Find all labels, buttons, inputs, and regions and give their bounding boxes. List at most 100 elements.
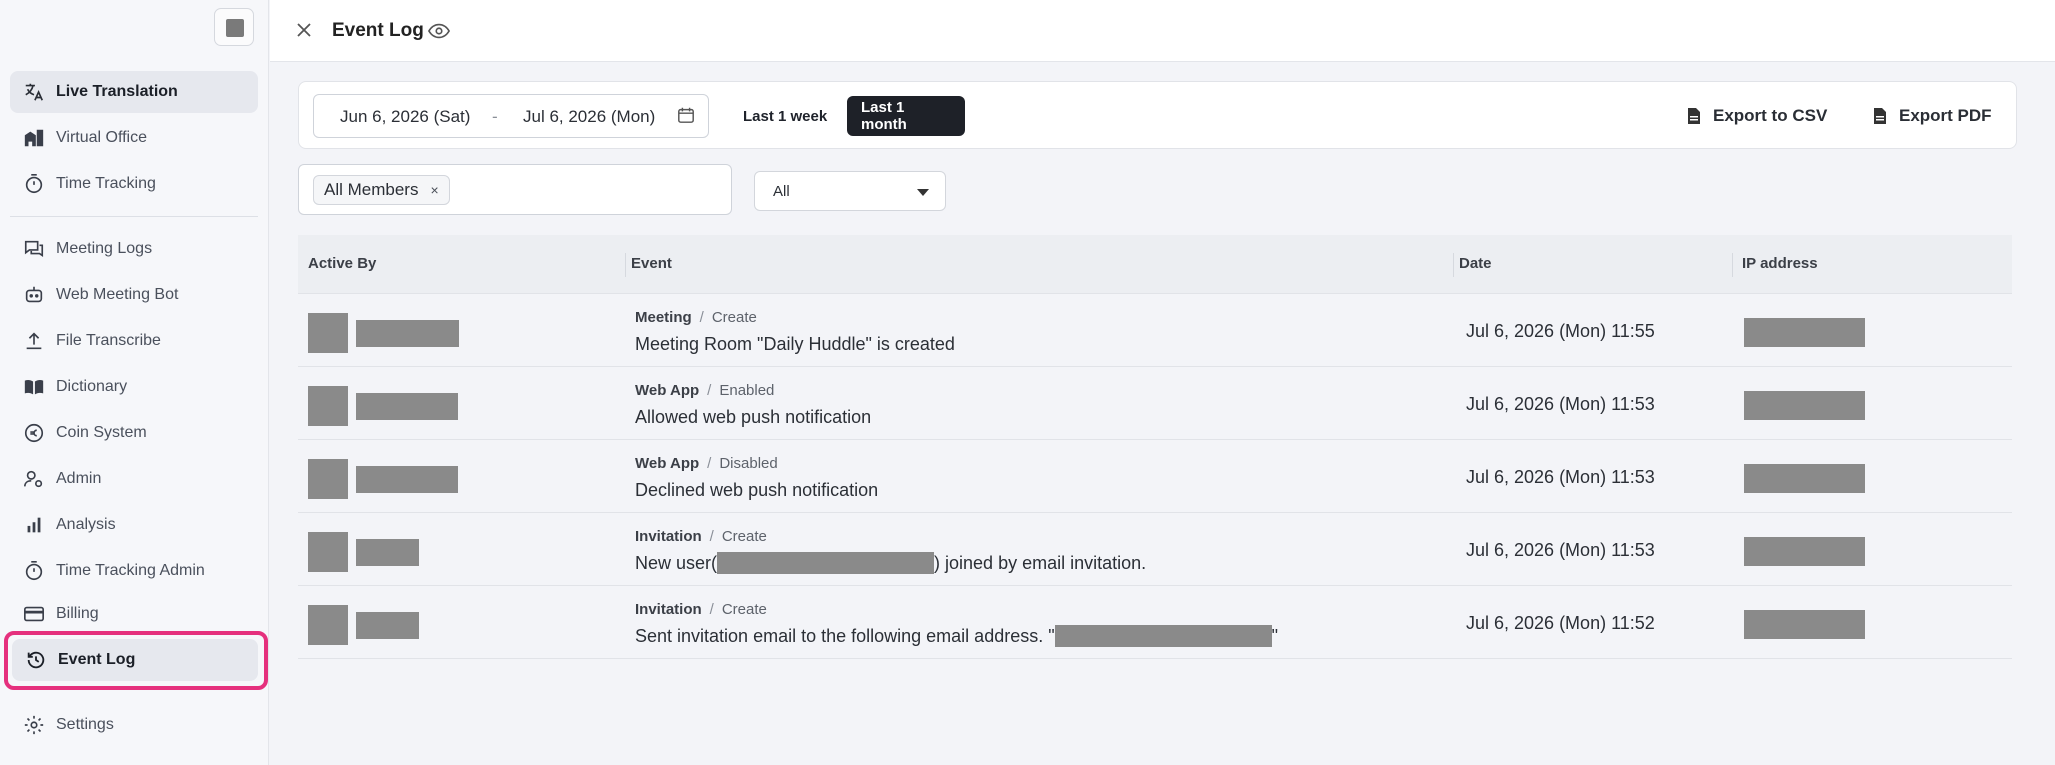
chip-remove-icon[interactable]: × xyxy=(430,182,438,198)
member-filter-input[interactable]: All Members × xyxy=(298,164,732,215)
close-icon[interactable] xyxy=(294,20,314,40)
date-from[interactable]: Jun 6, 2026 (Sat) xyxy=(340,107,470,127)
event-type: Invitation xyxy=(635,601,702,618)
member-chip-label: All Members xyxy=(324,180,419,199)
sidebar-item-time-tracking-admin[interactable]: Time Tracking Admin xyxy=(10,550,258,592)
redacted-user-name xyxy=(356,320,459,347)
avatar xyxy=(308,313,348,353)
sidebar-item-billing[interactable]: Billing xyxy=(10,593,258,635)
date-range-picker[interactable]: Jun 6, 2026 (Sat) - Jul 6, 2026 (Mon) xyxy=(313,94,709,138)
member-chip: All Members × xyxy=(313,175,450,205)
sidebar-item-time-tracking[interactable]: Time Tracking xyxy=(10,163,258,205)
export-pdf-label: Export PDF xyxy=(1899,106,1992,125)
redacted-user-name xyxy=(356,539,419,566)
event-action: Enabled xyxy=(719,382,775,399)
eye-icon[interactable] xyxy=(427,21,451,41)
sidebar-collapse-button[interactable] xyxy=(214,8,254,46)
event-type: Web App xyxy=(635,382,700,399)
sidebar-toggle-icon xyxy=(226,19,244,37)
category-select[interactable]: All xyxy=(754,171,946,211)
event-action: Create xyxy=(721,528,767,545)
category-select-value: All xyxy=(773,183,790,200)
sidebar-item-live-translation[interactable]: Live Translation xyxy=(10,71,258,113)
sidebar-item-analysis[interactable]: Analysis xyxy=(10,504,258,546)
robot-icon xyxy=(22,283,46,307)
event-category: Invitation / Create xyxy=(635,601,767,618)
sidebar-item-label: Admin xyxy=(56,470,102,487)
history-icon xyxy=(24,648,48,672)
office-icon xyxy=(22,126,46,150)
export-pdf-button[interactable]: Export PDF xyxy=(1873,102,1992,130)
sidebar-item-file-transcribe[interactable]: File Transcribe xyxy=(10,320,258,362)
table-row[interactable]: Meeting / Create Meeting Room "Daily Huddl… xyxy=(298,294,2012,367)
table-row[interactable]: Invitation / Create New user( ) joined by e… xyxy=(298,513,2012,586)
sidebar-item-label: Billing xyxy=(56,605,99,622)
event-category: Invitation / Create xyxy=(635,528,767,545)
sidebar-item-label: File Transcribe xyxy=(56,332,161,349)
sidebar-item-web-meeting-bot[interactable]: Web Meeting Bot xyxy=(10,274,258,316)
coin-icon xyxy=(22,421,46,445)
event-type: Web App xyxy=(635,455,700,472)
redacted-user-name xyxy=(356,466,458,493)
page-header: Event Log xyxy=(270,0,2055,62)
event-type: Invitation xyxy=(635,528,702,545)
date-separator: - xyxy=(492,107,498,126)
table-row[interactable]: Invitation / Create Sent invitation email … xyxy=(298,586,2012,659)
event-description: Declined web push notification xyxy=(635,480,879,500)
sidebar-item-coin-system[interactable]: Coin System xyxy=(10,412,258,454)
event-type: Meeting xyxy=(635,309,692,326)
user-gear-icon xyxy=(22,467,46,491)
sidebar-item-virtual-office[interactable]: Virtual Office xyxy=(10,117,258,159)
avatar xyxy=(308,605,348,645)
event-category: Meeting / Create xyxy=(635,309,757,326)
sidebar-item-label: Time Tracking xyxy=(56,175,156,192)
redacted-ip-address xyxy=(1744,391,1865,420)
event-description: Allowed web push notification xyxy=(635,407,872,427)
redacted-ip-address xyxy=(1744,610,1865,639)
upload-icon xyxy=(22,329,46,353)
column-header-active-by[interactable]: Active By xyxy=(308,255,376,272)
event-date: Jul 6, 2026 (Mon) 11:53 xyxy=(1466,394,1655,414)
event-date: Jul 6, 2026 (Mon) 11:53 xyxy=(1466,540,1655,560)
stopwatch-icon xyxy=(22,559,46,583)
sidebar-item-settings[interactable]: Settings xyxy=(10,704,258,746)
sidebar-item-event-log[interactable]: Event Log xyxy=(12,639,258,681)
column-divider xyxy=(1732,253,1733,277)
column-header-date[interactable]: Date xyxy=(1459,255,1492,272)
sidebar-item-dictionary[interactable]: Dictionary xyxy=(10,366,258,408)
event-action: Create xyxy=(721,601,767,618)
date-to[interactable]: Jul 6, 2026 (Mon) xyxy=(523,107,655,127)
column-header-event[interactable]: Event xyxy=(631,255,672,272)
column-divider xyxy=(1453,253,1454,277)
last-month-button[interactable]: Last 1 month xyxy=(847,96,965,136)
event-description: Sent invitation email to the following e… xyxy=(635,624,1278,647)
event-description-suffix: " xyxy=(1271,626,1278,646)
book-icon xyxy=(22,375,46,399)
sidebar-divider xyxy=(10,216,258,217)
file-icon xyxy=(1873,108,1887,124)
translate-icon xyxy=(22,80,46,104)
sidebar-item-label: Settings xyxy=(56,716,114,733)
sidebar: Live Translation Virtual Office Time Tra… xyxy=(0,0,269,765)
sidebar-item-label: Analysis xyxy=(56,516,116,533)
sidebar-item-meeting-logs[interactable]: Meeting Logs xyxy=(10,228,258,270)
last-week-button[interactable]: Last 1 week xyxy=(729,96,841,136)
sidebar-item-admin[interactable]: Admin xyxy=(10,458,258,500)
gear-icon xyxy=(22,713,46,737)
event-action: Create xyxy=(711,309,757,326)
column-header-ip[interactable]: IP address xyxy=(1742,255,1818,272)
calendar-icon[interactable] xyxy=(677,106,697,126)
export-csv-button[interactable]: Export to CSV xyxy=(1687,102,1827,130)
redacted-ip-address xyxy=(1744,318,1865,347)
redacted-email xyxy=(1054,624,1272,647)
file-icon xyxy=(1687,108,1701,124)
redacted-user-name xyxy=(356,612,419,639)
sidebar-item-label: Time Tracking Admin xyxy=(56,562,205,579)
sidebar-item-label: Dictionary xyxy=(56,378,128,395)
event-category: Web App / Enabled xyxy=(635,382,775,399)
table-row[interactable]: Web App / Enabled Allowed web push notific… xyxy=(298,367,2012,440)
event-description-prefix: New user( xyxy=(635,553,718,573)
table-row[interactable]: Web App / Disabled Declined web push notif… xyxy=(298,440,2012,513)
event-description-suffix: ) joined by email invitation. xyxy=(934,553,1147,573)
redacted-email xyxy=(717,551,935,574)
